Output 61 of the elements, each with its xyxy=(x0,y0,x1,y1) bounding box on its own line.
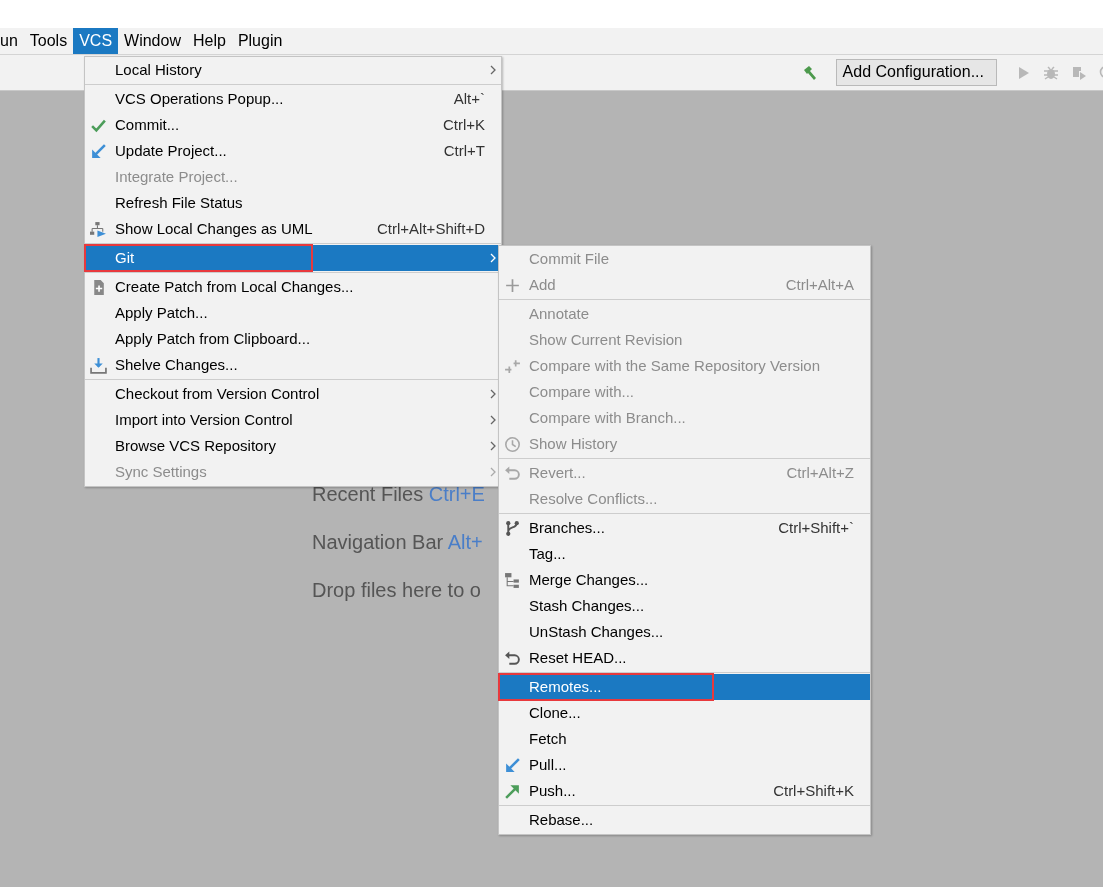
menu-item[interactable]: Clone... xyxy=(499,700,870,726)
add-configuration-button[interactable]: Add Configuration... xyxy=(835,59,997,86)
shortcut-text: Ctrl+T xyxy=(442,140,485,161)
menu-bar-item[interactable]: Plugin xyxy=(231,28,289,54)
diagram-icon xyxy=(90,221,107,238)
shortcut-text: Ctrl+Alt+Shift+D xyxy=(376,218,485,239)
clock-icon xyxy=(504,436,521,453)
menu-item[interactable]: Update Project... Ctrl+T xyxy=(85,138,501,164)
menu-bar-item[interactable]: un xyxy=(0,28,24,54)
coverage-icon xyxy=(1071,64,1087,81)
menu-item[interactable]: Apply Patch... xyxy=(85,300,501,326)
menu-bar-item[interactable]: Window xyxy=(118,28,187,54)
menu-item[interactable]: Git xyxy=(85,245,501,271)
arrow-up-right-icon xyxy=(504,783,521,800)
tree-icon xyxy=(504,572,521,589)
menu-item[interactable]: Show Local Changes as UML Ctrl+Alt+Shift+D xyxy=(85,216,501,242)
menu-item[interactable]: Remotes... xyxy=(499,674,870,700)
menu-item[interactable]: Shelve Changes... xyxy=(85,352,501,378)
tray-download-icon xyxy=(90,357,107,374)
menu-item[interactable]: Push... Ctrl+Shift+K xyxy=(499,778,870,804)
menu-item[interactable]: Apply Patch from Clipboard... xyxy=(85,326,501,352)
menu-item[interactable]: UnStash Changes... xyxy=(499,619,870,645)
shortcut-text: Ctrl+Alt+Z xyxy=(785,462,854,483)
arrows-icon xyxy=(504,358,521,375)
menu-item[interactable]: Merge Changes... xyxy=(499,567,870,593)
menu-item[interactable]: Local History xyxy=(85,57,501,83)
menu-item[interactable]: Import into Version Control xyxy=(85,407,501,433)
arrow-down-left-icon xyxy=(90,143,107,160)
shortcut-text: Alt+` xyxy=(452,88,485,109)
menu-item[interactable]: Stash Changes... xyxy=(499,593,870,619)
undo-arrow-icon xyxy=(504,465,521,482)
shortcut-text: Ctrl+K xyxy=(441,114,485,135)
shortcut-text: Alt+ xyxy=(447,531,483,553)
hammer-icon xyxy=(801,64,818,81)
shortcut-text: Ctrl+E xyxy=(428,483,485,505)
hint-text: Drop files here to o xyxy=(312,578,481,603)
plus-icon xyxy=(504,277,521,294)
menu-item[interactable]: Commit... Ctrl+K xyxy=(85,112,501,138)
menu-item[interactable]: Pull... xyxy=(499,752,870,778)
menu-item[interactable]: VCS Operations Popup... Alt+` xyxy=(85,86,501,112)
bug-icon xyxy=(1043,64,1059,81)
arrow-down-left-icon xyxy=(504,757,521,774)
shortcut-text: Ctrl+Alt+A xyxy=(784,274,854,295)
menu-bar-item[interactable]: Help xyxy=(186,28,232,54)
menu-item[interactable]: Checkout from Version Control xyxy=(85,381,501,407)
menu-item[interactable]: Tag... xyxy=(499,541,870,567)
hint-text: Navigation Bar Alt+ xyxy=(312,530,483,555)
branch-icon xyxy=(504,520,521,537)
shortcut-text: Ctrl+Shift+K xyxy=(772,780,854,801)
menu-item[interactable]: Create Patch from Local Changes... xyxy=(85,274,501,300)
menu-item[interactable]: Fetch xyxy=(499,726,870,752)
menu-item[interactable]: Refresh File Status xyxy=(85,190,501,216)
undo-arrow-icon xyxy=(504,650,521,667)
shortcut-text: Ctrl+Shift+` xyxy=(777,517,854,538)
menu-item[interactable]: Branches... Ctrl+Shift+` xyxy=(499,515,870,541)
menu-item[interactable]: Rebase... xyxy=(499,807,870,833)
menu-item[interactable]: Browse VCS Repository xyxy=(85,433,501,459)
menu-item[interactable]: Reset HEAD... xyxy=(499,645,870,671)
menu-bar-item[interactable]: Tools xyxy=(23,28,74,54)
menu-bar-item[interactable]: VCS xyxy=(73,28,119,54)
check-icon xyxy=(90,117,107,134)
